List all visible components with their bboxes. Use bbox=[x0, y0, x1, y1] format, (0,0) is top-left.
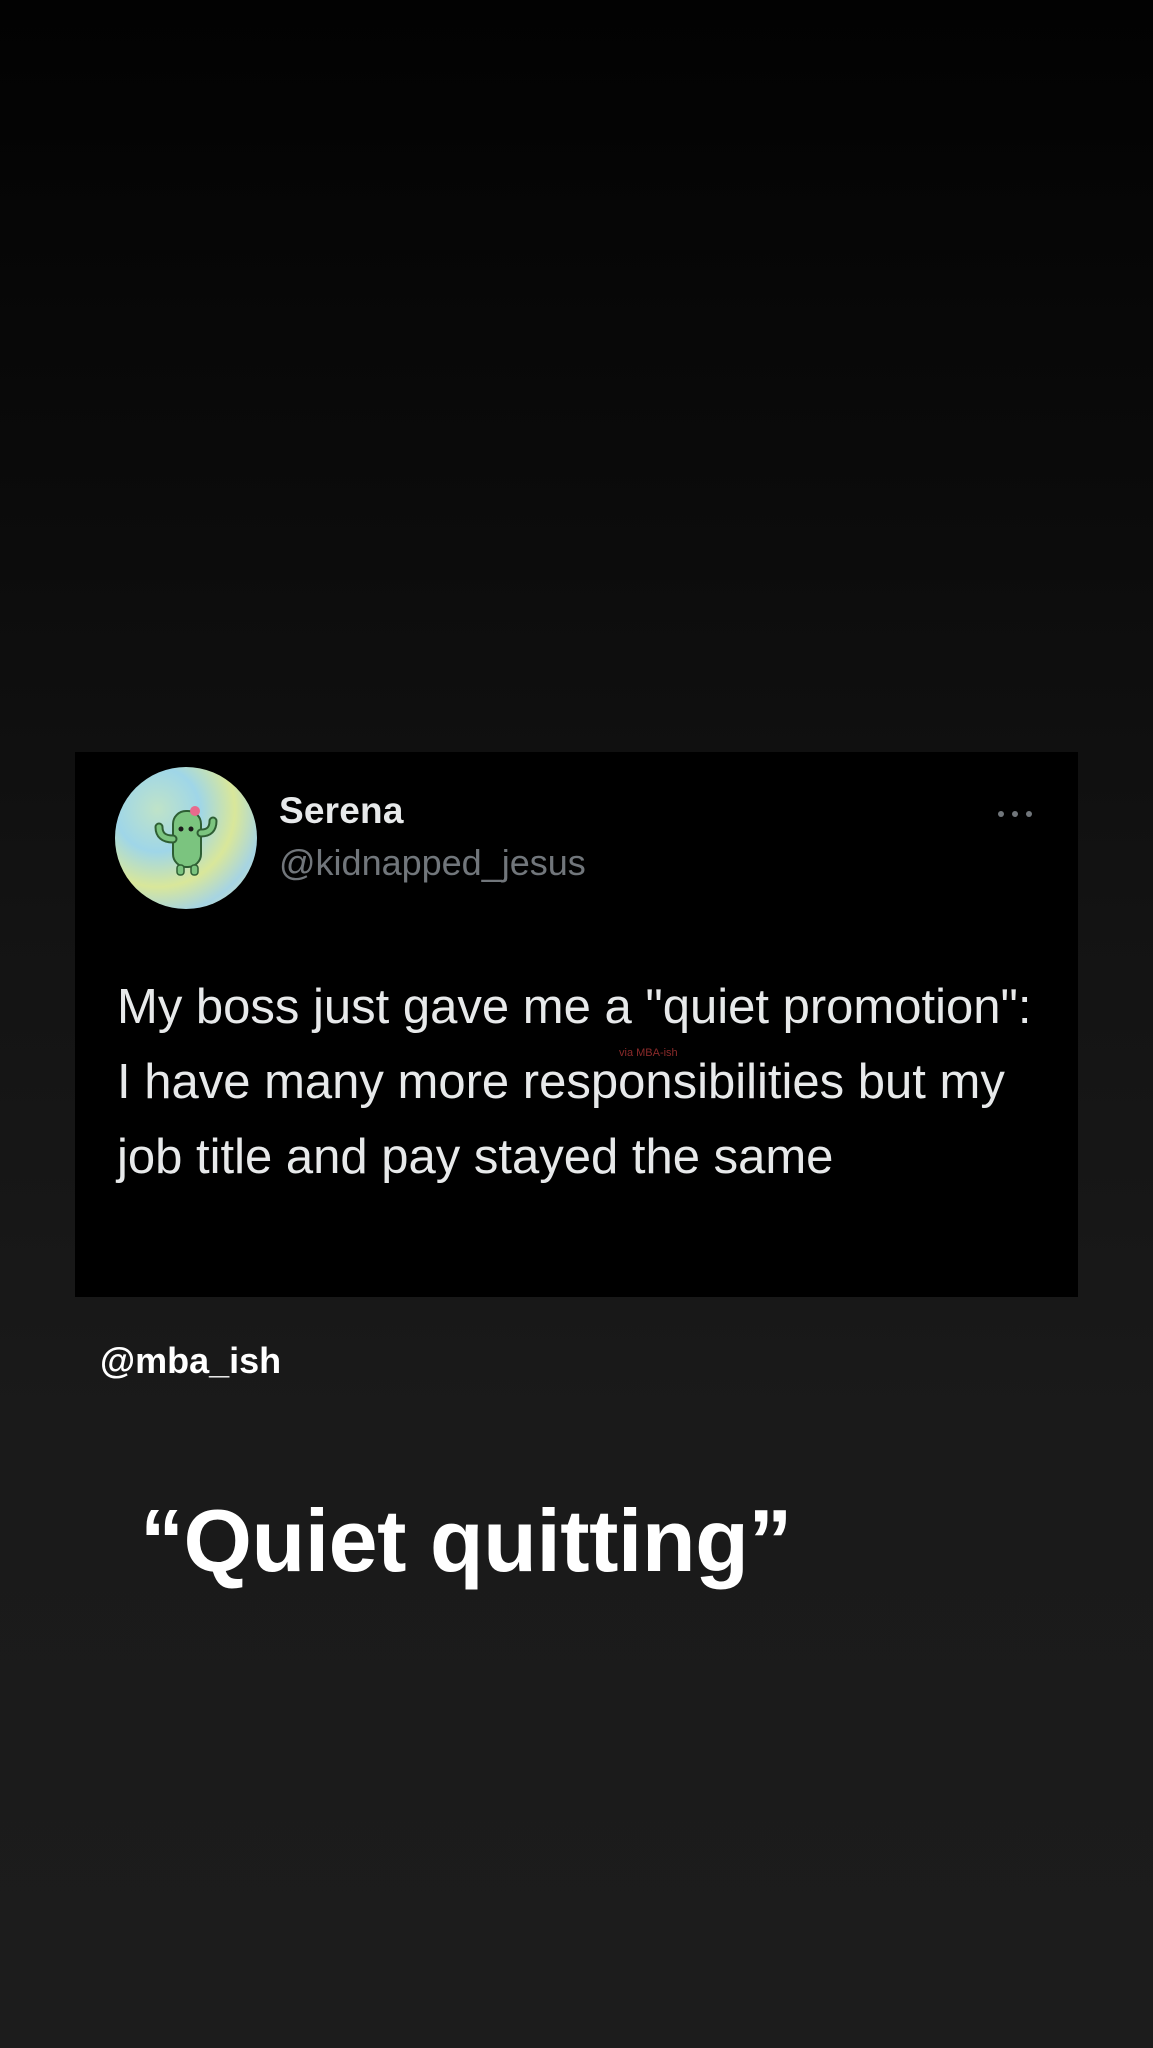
watermark: via MBA-ish bbox=[619, 1047, 678, 1059]
display-name[interactable]: Serena bbox=[279, 790, 404, 832]
tweet-text: My boss just gave me a "quiet promotion"… bbox=[117, 980, 1032, 1184]
tweet-card[interactable]: Serena @kidnapped_jesus My boss just gav… bbox=[75, 752, 1078, 1297]
avatar[interactable] bbox=[115, 767, 257, 909]
username-handle[interactable]: @kidnapped_jesus bbox=[279, 842, 586, 884]
cactus-avatar-icon bbox=[154, 806, 218, 876]
headline-caption: “Quiet quitting” bbox=[140, 1491, 792, 1590]
credit-handle: @mba_ish bbox=[100, 1340, 282, 1381]
more-options-icon[interactable] bbox=[995, 807, 1035, 821]
